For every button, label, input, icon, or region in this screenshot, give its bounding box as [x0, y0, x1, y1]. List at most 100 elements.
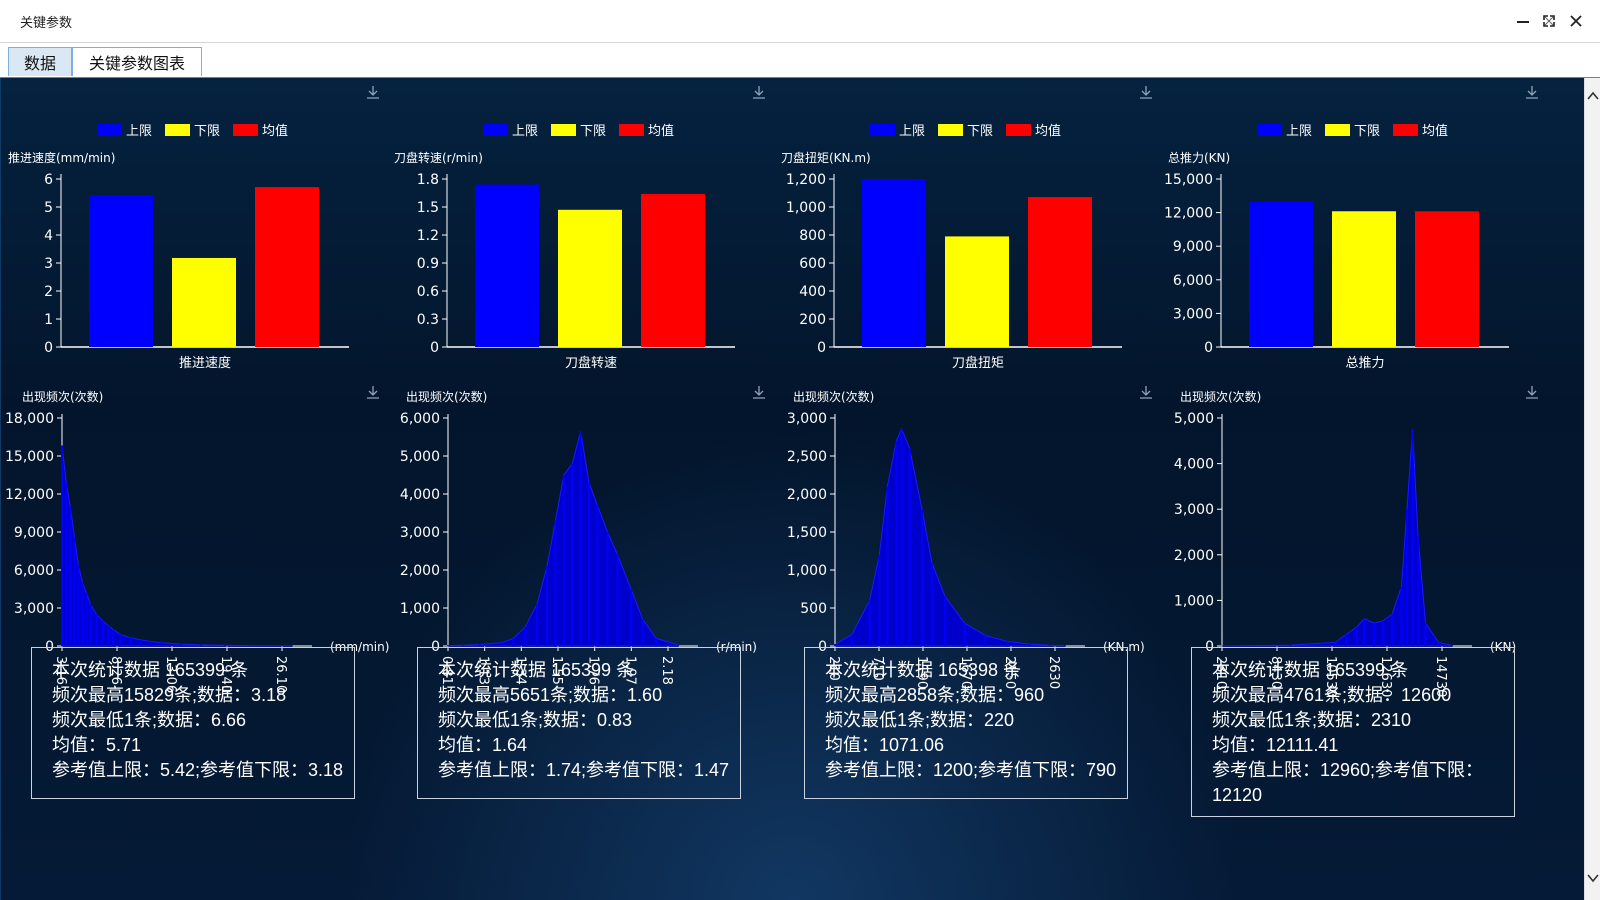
bar-y-tick-label: 3,000: [1173, 306, 1213, 322]
vertical-scrollbar[interactable]: [1584, 78, 1600, 900]
legend-swatch: [233, 124, 258, 136]
histogram-bar: [868, 600, 871, 646]
histogram-bar: [149, 641, 152, 646]
histogram-bar: [81, 582, 84, 646]
download-icon[interactable]: [1526, 86, 1538, 99]
hist-y-tick-label: 3,000: [1174, 502, 1214, 518]
histogram-bar: [1381, 620, 1384, 646]
histogram-bar: [1437, 642, 1440, 646]
bar-mean: [255, 187, 319, 347]
stats-max-frequency: 频次最高15829条;数据：3.18: [52, 685, 287, 705]
histogram-bar: [223, 645, 226, 646]
legend-swatch: [938, 124, 963, 136]
legend-swatch: [165, 124, 190, 136]
bar-y-tick-label: 3: [44, 256, 53, 272]
bar-x-label: 刀盘扭矩: [952, 355, 1004, 371]
hist-y-tick-label: 9,000: [14, 525, 54, 541]
bar-mean: [1028, 197, 1092, 347]
stats-box-cutter-torque: 本次统计数据 165398 条 频次最高2858条;数据：960 频次最低1条;…: [804, 647, 1128, 799]
histogram-bar: [1289, 645, 1292, 646]
bar-y-tick-label: 0: [44, 340, 53, 356]
stats-max-frequency: 频次最高4761条;数据：12600: [1212, 685, 1452, 705]
bar-y-tick-label: 0: [817, 340, 826, 356]
hist-y-tick-label: 2,000: [787, 487, 827, 503]
histogram-bar: [65, 483, 68, 646]
bar-y-tick-label: 1: [44, 312, 53, 328]
download-icon[interactable]: [367, 386, 379, 399]
histogram-bar: [160, 642, 163, 646]
hist-y-axis-title: 出现频次(次数): [22, 389, 103, 404]
hist-y-tick-label: 2,500: [787, 449, 827, 465]
download-icon[interactable]: [367, 86, 379, 99]
legend-label: 均值: [262, 123, 288, 139]
bar-lower: [945, 236, 1009, 347]
stats-total: 本次统计数据 165399 条: [1212, 660, 1409, 680]
hist-y-tick-label: 3,000: [400, 525, 440, 541]
hist-y-tick-label: 15,000: [5, 449, 54, 465]
histogram-bar: [500, 642, 503, 646]
histogram-bar: [963, 623, 966, 646]
bar-y-tick-label: 15,000: [1164, 172, 1213, 188]
histogram-bar: [655, 638, 658, 646]
histogram-bar: [139, 639, 142, 646]
bar-y-tick-label: 1.5: [417, 200, 439, 216]
download-icon[interactable]: [753, 386, 765, 399]
legend-swatch: [1393, 124, 1418, 136]
histogram-bar: [129, 637, 132, 646]
legend-label: 上限: [1286, 124, 1312, 139]
histogram-bar: [478, 644, 481, 646]
stats-mean: 均值：1.64: [438, 735, 528, 755]
bar-y-axis-title: 推进速度(mm/min): [8, 150, 115, 165]
stats-total: 本次统计数据 165399 条: [438, 660, 635, 680]
histogram-bar: [101, 620, 104, 646]
bar-y-tick-label: 0.9: [417, 256, 439, 272]
histogram-bar: [641, 619, 644, 646]
histogram-bar: [1363, 618, 1366, 646]
histogram-bar: [921, 509, 924, 646]
histogram-bar: [944, 596, 947, 646]
legend-label: 上限: [512, 124, 538, 139]
stats-reference-range: 参考值上限：1200;参考值下限：790: [825, 760, 1117, 780]
scroll-down-button[interactable]: [1585, 868, 1600, 888]
histogram-bar: [850, 634, 853, 646]
stats-total: 本次统计数据 165398 条: [825, 660, 1022, 680]
hist-y-tick-label: 1,500: [787, 525, 827, 541]
hist-y-tick-label: 18,000: [5, 411, 54, 427]
bar-y-tick-label: 800: [799, 228, 826, 244]
legend-swatch: [619, 124, 644, 136]
histogram-bar: [1406, 509, 1408, 646]
download-icon[interactable]: [1140, 86, 1152, 99]
chevron-down-icon: [1587, 874, 1599, 883]
bar-y-tick-label: 2: [44, 284, 53, 300]
bar-y-tick-label: 600: [799, 256, 826, 272]
histogram-bar: [1006, 641, 1009, 646]
bar-lower: [1332, 211, 1396, 347]
legend-label: 下限: [967, 124, 993, 139]
histogram-bar: [984, 635, 987, 646]
stats-reference-range: 参考值上限：5.42;参考值下限：3.18: [52, 760, 344, 780]
legend-swatch: [483, 124, 508, 136]
histogram-bar: [1048, 645, 1051, 646]
histogram-bar: [677, 644, 679, 646]
legend-swatch: [1325, 124, 1350, 136]
histogram-bar: [1344, 634, 1347, 646]
histogram-bar: [73, 537, 76, 646]
download-icon[interactable]: [1526, 386, 1538, 399]
histogram-bar: [900, 428, 903, 646]
legend-label: 均值: [1035, 123, 1061, 139]
histogram-bar: [1411, 428, 1414, 646]
download-icon[interactable]: [1140, 386, 1152, 399]
legend-label: 均值: [648, 123, 674, 139]
histogram-bar: [1391, 614, 1394, 646]
histogram-bar: [1028, 644, 1031, 646]
histogram-bar: [77, 564, 80, 646]
scroll-up-button[interactable]: [1585, 86, 1600, 106]
download-icon[interactable]: [753, 86, 765, 99]
histogram-bar: [107, 625, 110, 646]
histogram-bar: [1356, 626, 1358, 646]
hist-y-tick-label: 500: [800, 601, 827, 617]
bar-y-tick-label: 1.8: [417, 172, 439, 188]
hist-y-tick-label: 6,000: [14, 563, 54, 579]
histogram-bar: [119, 634, 122, 646]
stats-box-advance-speed: 本次统计数据 165399 条 频次最高15829条;数据：3.18 频次最低1…: [31, 647, 355, 799]
